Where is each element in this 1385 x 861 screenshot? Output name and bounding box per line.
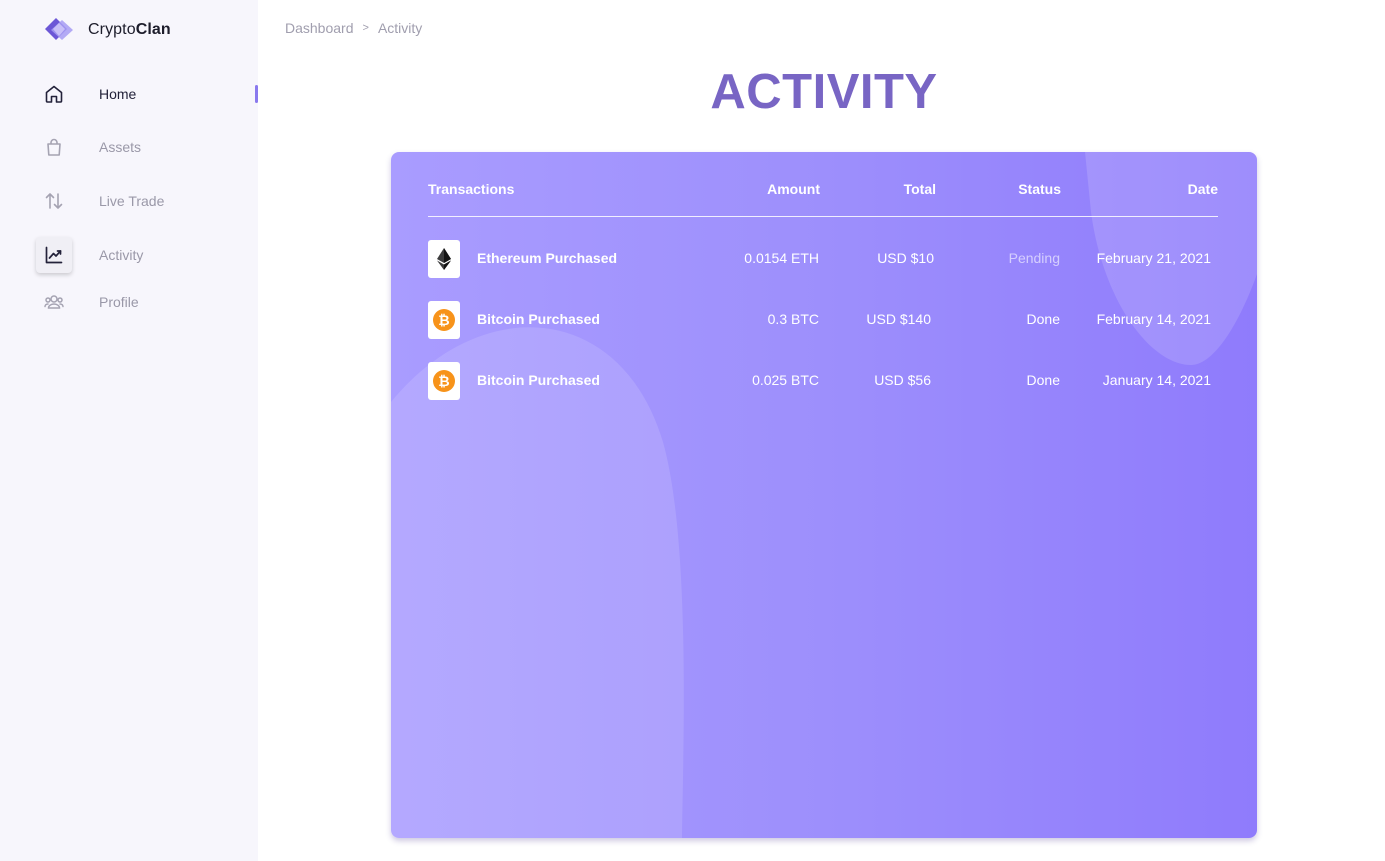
brand-name-regular: Crypto (88, 21, 136, 38)
ethereum-icon[interactable] (428, 240, 460, 278)
transaction-total: USD $10 (877, 250, 934, 266)
bitcoin-icon[interactable]: ₿ (428, 301, 460, 339)
breadcrumb-separator: > (362, 22, 369, 34)
sidebar-item-activity[interactable]: Activity (36, 237, 258, 273)
sidebar-item-assets[interactable]: Assets (36, 129, 258, 165)
sidebar-item-label: Profile (99, 294, 139, 310)
page-title: ACTIVITY (710, 65, 938, 119)
sidebar-item-home[interactable]: Home (36, 76, 258, 112)
active-indicator (255, 85, 258, 103)
breadcrumb-dashboard[interactable]: Dashboard (285, 20, 354, 36)
sidebar-item-live-trade[interactable]: Live Trade (36, 183, 258, 219)
home-icon (36, 76, 72, 112)
header-status: Status (1018, 181, 1061, 197)
sidebar-item-label: Activity (99, 247, 144, 263)
table-row[interactable]: ₿ Bitcoin Purchased 0.025 BTC USD $56 Do… (428, 362, 1218, 400)
table-row[interactable]: ₿ Bitcoin Purchased 0.3 BTC USD $140 Don… (428, 301, 1218, 339)
app-root: CryptoClan Home Assets Live Trade Activi… (0, 0, 1385, 861)
breadcrumb-current: Activity (377, 20, 423, 36)
sidebar-item-profile[interactable]: Profile (36, 284, 258, 320)
sidebar-item-label: Home (99, 86, 137, 102)
transaction-status: Pending (1008, 250, 1060, 266)
breadcrumb: Dashboard > Activity (285, 20, 422, 36)
activity-card: Transactions Amount Total Status Date Et… (391, 152, 1257, 838)
transaction-name: Bitcoin Purchased (477, 372, 600, 388)
transaction-name: Ethereum Purchased (477, 250, 618, 266)
transaction-amount: 0.3 BTC (767, 311, 819, 327)
table-header: Transactions Amount Total Status Date (428, 152, 1218, 217)
brand-name: CryptoClan (88, 21, 171, 39)
transaction-amount: 0.0154 ETH (744, 250, 819, 266)
transaction-total: USD $56 (874, 372, 931, 388)
transaction-amount: 0.025 BTC (752, 372, 819, 388)
sidebar-item-label: Assets (99, 139, 142, 155)
transaction-status: Done (1026, 311, 1060, 327)
users-icon (36, 284, 72, 320)
logo-icon (44, 17, 74, 43)
transaction-date: January 14, 2021 (1102, 372, 1211, 388)
transaction-name: Bitcoin Purchased (477, 311, 600, 327)
transaction-date: February 14, 2021 (1096, 311, 1211, 327)
brand-name-bold: Clan (135, 21, 171, 38)
bitcoin-icon[interactable]: ₿ (428, 362, 460, 400)
header-total: Total (903, 181, 936, 197)
svg-text:₿: ₿ (438, 374, 449, 390)
transaction-status: Done (1026, 372, 1060, 388)
transaction-date: February 21, 2021 (1096, 250, 1211, 266)
brand[interactable]: CryptoClan (44, 17, 171, 43)
table-row[interactable]: Ethereum Purchased 0.0154 ETH USD $10 Pe… (428, 240, 1218, 278)
sidebar: CryptoClan Home Assets Live Trade Activi… (0, 0, 258, 861)
header-amount: Amount (767, 181, 820, 197)
chart-line-icon (36, 237, 72, 273)
sidebar-item-label: Live Trade (99, 193, 165, 209)
header-transactions: Transactions (428, 181, 515, 197)
svg-text:₿: ₿ (438, 313, 449, 329)
header-date: Date (1187, 181, 1218, 197)
transaction-total: USD $140 (866, 311, 931, 327)
arrows-up-down-icon (36, 183, 72, 219)
bag-icon (36, 129, 72, 165)
